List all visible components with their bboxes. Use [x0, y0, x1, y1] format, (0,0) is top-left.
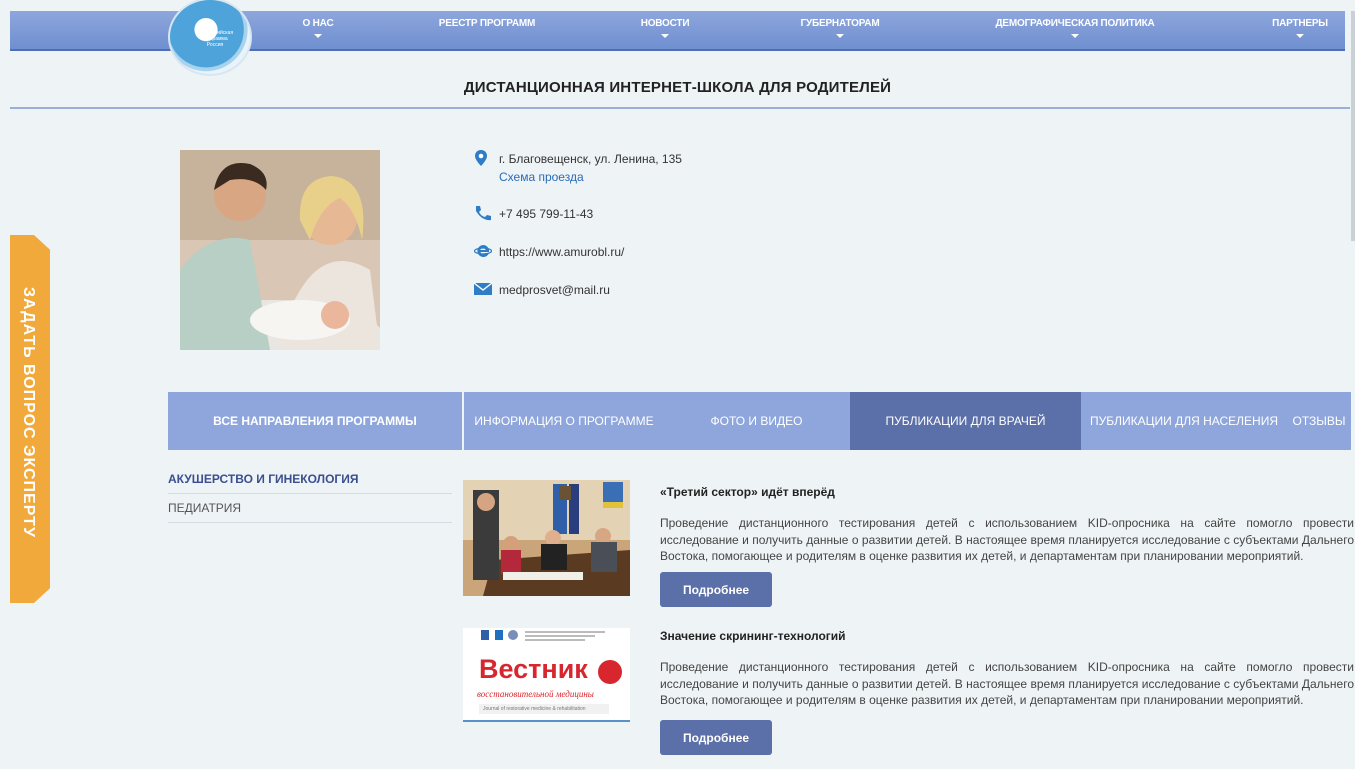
- more-button[interactable]: Подробнее: [660, 572, 772, 607]
- chevron-down-icon: [1296, 34, 1304, 38]
- ask-expert-label: ЗАДАТЬ ВОПРОС ЭКСПЕРТУ: [20, 287, 37, 538]
- nav-label: РЕЕСТР ПРОГРАММ: [438, 18, 536, 29]
- tab-publications-public[interactable]: ПУБЛИКАЦИИ ДЛЯ НАСЕЛЕНИЯ: [1090, 392, 1278, 450]
- website-link[interactable]: https://www.amurobl.ru/: [499, 245, 624, 259]
- direction-obstetrics[interactable]: АКУШЕРСТВО И ГИНЕКОЛОГИЯ: [168, 465, 452, 494]
- title-divider: [10, 107, 1350, 109]
- directions-list: АКУШЕРСТВО И ГИНЕКОЛОГИЯ ПЕДИАТРИЯ: [168, 465, 452, 523]
- program-tabs: ИНФОРМАЦИЯ О ПРОГРАММЕ ФОТО И ВИДЕО ПУБЛ…: [464, 392, 1351, 450]
- email-link[interactable]: medprosvet@mail.ru: [499, 283, 610, 297]
- tab-reviews[interactable]: ОТЗЫВЫ: [1290, 392, 1348, 450]
- phone-text: +7 495 799-11-43: [499, 207, 594, 221]
- vestnik-subtitle: восстановительной медицины: [477, 689, 594, 699]
- publication-title[interactable]: Значение скрининг-технологий: [660, 629, 846, 643]
- route-link[interactable]: Схема проезда: [499, 170, 584, 184]
- phone-icon: [476, 206, 491, 221]
- vestnik-title: Вестник: [479, 654, 588, 684]
- publication-title[interactable]: «Третий сектор» идёт вперёд: [660, 485, 835, 499]
- nav-item-news[interactable]: НОВОСТИ: [630, 18, 700, 38]
- vestnik-caption: Journal of restorative medicine & rehabi…: [483, 706, 586, 712]
- chevron-down-icon: [1071, 34, 1079, 38]
- mail-icon: [474, 282, 492, 295]
- meeting-photo: [463, 480, 630, 596]
- chevron-down-icon: [314, 34, 322, 38]
- publication-text: Проведение дистанционного тестирования д…: [660, 660, 1354, 707]
- scrollbar[interactable]: [1351, 11, 1355, 241]
- internet-explorer-icon: [474, 244, 492, 257]
- nav-label: ПАРТНЕРЫ: [1272, 18, 1328, 29]
- ask-expert-tab[interactable]: ЗАДАТЬ ВОПРОС ЭКСПЕРТУ: [10, 235, 50, 603]
- nav-label: ГУБЕРНАТОРАМ: [800, 18, 880, 29]
- chevron-down-icon: [836, 34, 844, 38]
- nav-label: НОВОСТИ: [640, 18, 690, 29]
- nav-label: ДЕМОГРАФИЧЕСКАЯ ПОЛИТИКА: [995, 18, 1155, 29]
- publication-text: Проведение дистанционного тестирования д…: [660, 516, 1354, 563]
- all-directions-header: ВСЕ НАПРАВЛЕНИЯ ПРОГРАММЫ: [168, 392, 462, 450]
- nav-item-demography[interactable]: ДЕМОГРАФИЧЕСКАЯ ПОЛИТИКА: [980, 18, 1170, 38]
- nav-item-about[interactable]: О НАС: [288, 18, 348, 38]
- nav-item-registry[interactable]: РЕЕСТР ПРОГРАММ: [422, 18, 552, 29]
- family-photo: [180, 150, 380, 350]
- page-title: ДИСТАНЦИОННАЯ ИНТЕРНЕТ-ШКОЛА ДЛЯ РОДИТЕЛ…: [463, 79, 892, 96]
- nav-item-governors[interactable]: ГУБЕРНАТОРАМ: [790, 18, 890, 38]
- tab-program-info[interactable]: ИНФОРМАЦИЯ О ПРОГРАММЕ: [464, 392, 664, 450]
- vestnik-cover-image: Вестник восстановительной медицины Journ…: [463, 628, 630, 722]
- chevron-down-icon: [661, 34, 669, 38]
- address-text: г. Благовещенск, ул. Ленина, 135: [499, 152, 682, 166]
- more-button[interactable]: Подробнее: [660, 720, 772, 755]
- tab-publications-doctors[interactable]: ПУБЛИКАЦИИ ДЛЯ ВРАЧЕЙ: [850, 392, 1081, 450]
- nav-label: О НАС: [302, 18, 334, 29]
- site-logo[interactable]: Всероссийская программа Россия: [168, 0, 252, 76]
- tab-photo-video[interactable]: ФОТО И ВИДЕО: [699, 392, 814, 450]
- logo-text: Всероссийская программа Россия: [198, 30, 234, 48]
- map-pin-icon: [475, 150, 487, 166]
- direction-pediatrics[interactable]: ПЕДИАТРИЯ: [168, 494, 452, 523]
- nav-item-partners[interactable]: ПАРТНЕРЫ: [1260, 18, 1340, 38]
